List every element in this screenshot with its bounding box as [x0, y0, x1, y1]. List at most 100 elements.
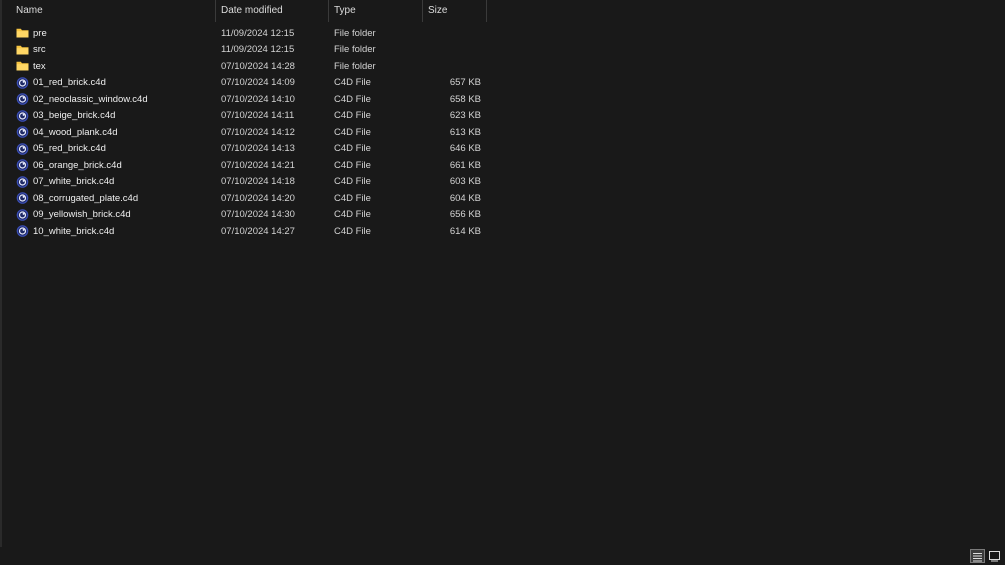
- file-row[interactable]: pre 11/09/2024 12:15 File folder: [0, 25, 490, 42]
- file-name-cell: 10_white_brick.c4d: [0, 225, 216, 238]
- file-name-label: 03_beige_brick.c4d: [33, 110, 116, 122]
- file-name-label: 02_neoclassic_window.c4d: [33, 93, 148, 105]
- column-header-type[interactable]: Type: [329, 0, 423, 22]
- c4d-file-icon: [16, 225, 29, 238]
- file-size-cell: 656 KB: [449, 209, 481, 221]
- file-name-label: 01_red_brick.c4d: [33, 77, 106, 89]
- file-date-cell: 07/10/2024 14:18: [221, 176, 295, 188]
- file-size-cell: 603 KB: [449, 176, 481, 188]
- file-date-cell: 07/10/2024 14:27: [221, 225, 295, 237]
- file-name-cell: tex: [0, 60, 216, 72]
- file-name-cell: 06_orange_brick.c4d: [0, 159, 216, 172]
- column-header-date-label: Date modified: [221, 5, 283, 16]
- c4d-file-icon: [16, 142, 29, 155]
- column-header-date-modified[interactable]: Date modified: [216, 0, 329, 22]
- c4d-file-icon: [16, 126, 29, 139]
- file-type-cell: C4D File: [334, 176, 371, 188]
- file-row[interactable]: 10_white_brick.c4d 07/10/2024 14:27 C4D Fi…: [0, 223, 490, 240]
- file-date-cell: 07/10/2024 14:20: [221, 192, 295, 204]
- file-date-cell: 07/10/2024 14:21: [221, 159, 295, 171]
- file-row[interactable]: 07_white_brick.c4d 07/10/2024 14:18 C4D Fi…: [0, 174, 490, 191]
- file-name-label: src: [33, 44, 46, 56]
- file-type-cell: C4D File: [334, 209, 371, 221]
- column-header-size[interactable]: Size: [423, 0, 487, 22]
- file-size-cell: 657 KB: [449, 77, 481, 89]
- file-name-label: 05_red_brick.c4d: [33, 143, 106, 155]
- file-row[interactable]: tex 07/10/2024 14:28 File folder: [0, 58, 490, 75]
- folder-icon: [16, 60, 29, 72]
- file-name-cell: 02_neoclassic_window.c4d: [0, 93, 216, 106]
- file-type-cell: C4D File: [334, 110, 371, 122]
- file-date-cell: 07/10/2024 14:10: [221, 93, 295, 105]
- file-row[interactable]: src 11/09/2024 12:15 File folder: [0, 42, 490, 59]
- file-type-cell: C4D File: [334, 126, 371, 138]
- file-explorer-window: ^ Name Date modified Type Size pre 11/09/…: [0, 0, 1005, 565]
- file-name-cell: 03_beige_brick.c4d: [0, 109, 216, 122]
- file-size-cell: 661 KB: [449, 159, 481, 171]
- file-list: pre 11/09/2024 12:15 File folder src 11/09/2…: [0, 25, 490, 240]
- file-row[interactable]: 04_wood_plank.c4d 07/10/2024 14:12 C4D Fil…: [0, 124, 490, 141]
- c4d-file-icon: [16, 159, 29, 172]
- column-header-name[interactable]: ^ Name: [0, 0, 216, 22]
- file-name-label: 09_yellowish_brick.c4d: [33, 209, 131, 221]
- column-header-size-label: Size: [428, 5, 448, 16]
- file-row[interactable]: 03_beige_brick.c4d 07/10/2024 14:11 C4D Fi…: [0, 108, 490, 125]
- file-name-cell: pre: [0, 27, 216, 39]
- c4d-file-icon: [16, 175, 29, 188]
- file-name-cell: 04_wood_plank.c4d: [0, 126, 216, 139]
- file-row[interactable]: 02_neoclassic_window.c4d 07/10/2024 14:10…: [0, 91, 490, 108]
- file-name-cell: 05_red_brick.c4d: [0, 142, 216, 155]
- file-size-cell: 623 KB: [449, 110, 481, 122]
- file-name-label: 07_white_brick.c4d: [33, 176, 115, 188]
- file-name-label: 04_wood_plank.c4d: [33, 126, 118, 138]
- file-row[interactable]: 05_red_brick.c4d 07/10/2024 14:13 C4D File…: [0, 141, 490, 158]
- column-header-type-label: Type: [334, 5, 356, 16]
- file-type-cell: C4D File: [334, 192, 371, 204]
- c4d-file-icon: [16, 192, 29, 205]
- chevron-up-icon: ^: [110, 0, 114, 5]
- c4d-file-icon: [16, 208, 29, 221]
- column-header-name-label: Name: [16, 5, 43, 16]
- file-name-label: pre: [33, 27, 47, 39]
- column-header-bar: ^ Name Date modified Type Size: [0, 0, 487, 22]
- file-date-cell: 11/09/2024 12:15: [221, 27, 295, 39]
- status-bar: [0, 547, 1005, 565]
- file-date-cell: 07/10/2024 14:28: [221, 60, 295, 72]
- file-row[interactable]: 09_yellowish_brick.c4d 07/10/2024 14:30 C4…: [0, 207, 490, 224]
- details-view-icon: [973, 553, 982, 562]
- file-type-cell: C4D File: [334, 143, 371, 155]
- file-size-cell: 646 KB: [449, 143, 481, 155]
- file-date-cell: 11/09/2024 12:15: [221, 44, 295, 56]
- large-icons-view-button[interactable]: [987, 549, 1002, 563]
- details-view-button[interactable]: [970, 549, 985, 563]
- file-type-cell: C4D File: [334, 93, 371, 105]
- file-row[interactable]: 06_orange_brick.c4d 07/10/2024 14:21 C4D F…: [0, 157, 490, 174]
- file-date-cell: 07/10/2024 14:11: [221, 110, 295, 122]
- file-type-cell: C4D File: [334, 77, 371, 89]
- file-row[interactable]: 01_red_brick.c4d 07/10/2024 14:09 C4D File…: [0, 75, 490, 92]
- file-type-cell: File folder: [334, 27, 376, 39]
- file-name-label: tex: [33, 60, 46, 72]
- folder-icon: [16, 27, 29, 39]
- folder-icon: [16, 44, 29, 56]
- file-type-cell: C4D File: [334, 159, 371, 171]
- file-name-cell: src: [0, 44, 216, 56]
- file-type-cell: File folder: [334, 60, 376, 72]
- file-row[interactable]: 08_corrugated_plate.c4d 07/10/2024 14:20 C…: [0, 190, 490, 207]
- file-type-cell: File folder: [334, 44, 376, 56]
- file-type-cell: C4D File: [334, 225, 371, 237]
- c4d-file-icon: [16, 93, 29, 106]
- file-name-label: 08_corrugated_plate.c4d: [33, 192, 139, 204]
- file-size-cell: 604 KB: [449, 192, 481, 204]
- file-name-label: 06_orange_brick.c4d: [33, 159, 122, 171]
- file-date-cell: 07/10/2024 14:13: [221, 143, 295, 155]
- file-size-cell: 613 KB: [449, 126, 481, 138]
- file-date-cell: 07/10/2024 14:09: [221, 77, 295, 89]
- file-name-cell: 09_yellowish_brick.c4d: [0, 208, 216, 221]
- file-name-cell: 08_corrugated_plate.c4d: [0, 192, 216, 205]
- file-size-cell: 658 KB: [449, 93, 481, 105]
- large-icons-view-icon: [989, 551, 1000, 562]
- file-name-cell: 01_red_brick.c4d: [0, 76, 216, 89]
- c4d-file-icon: [16, 76, 29, 89]
- file-date-cell: 07/10/2024 14:12: [221, 126, 295, 138]
